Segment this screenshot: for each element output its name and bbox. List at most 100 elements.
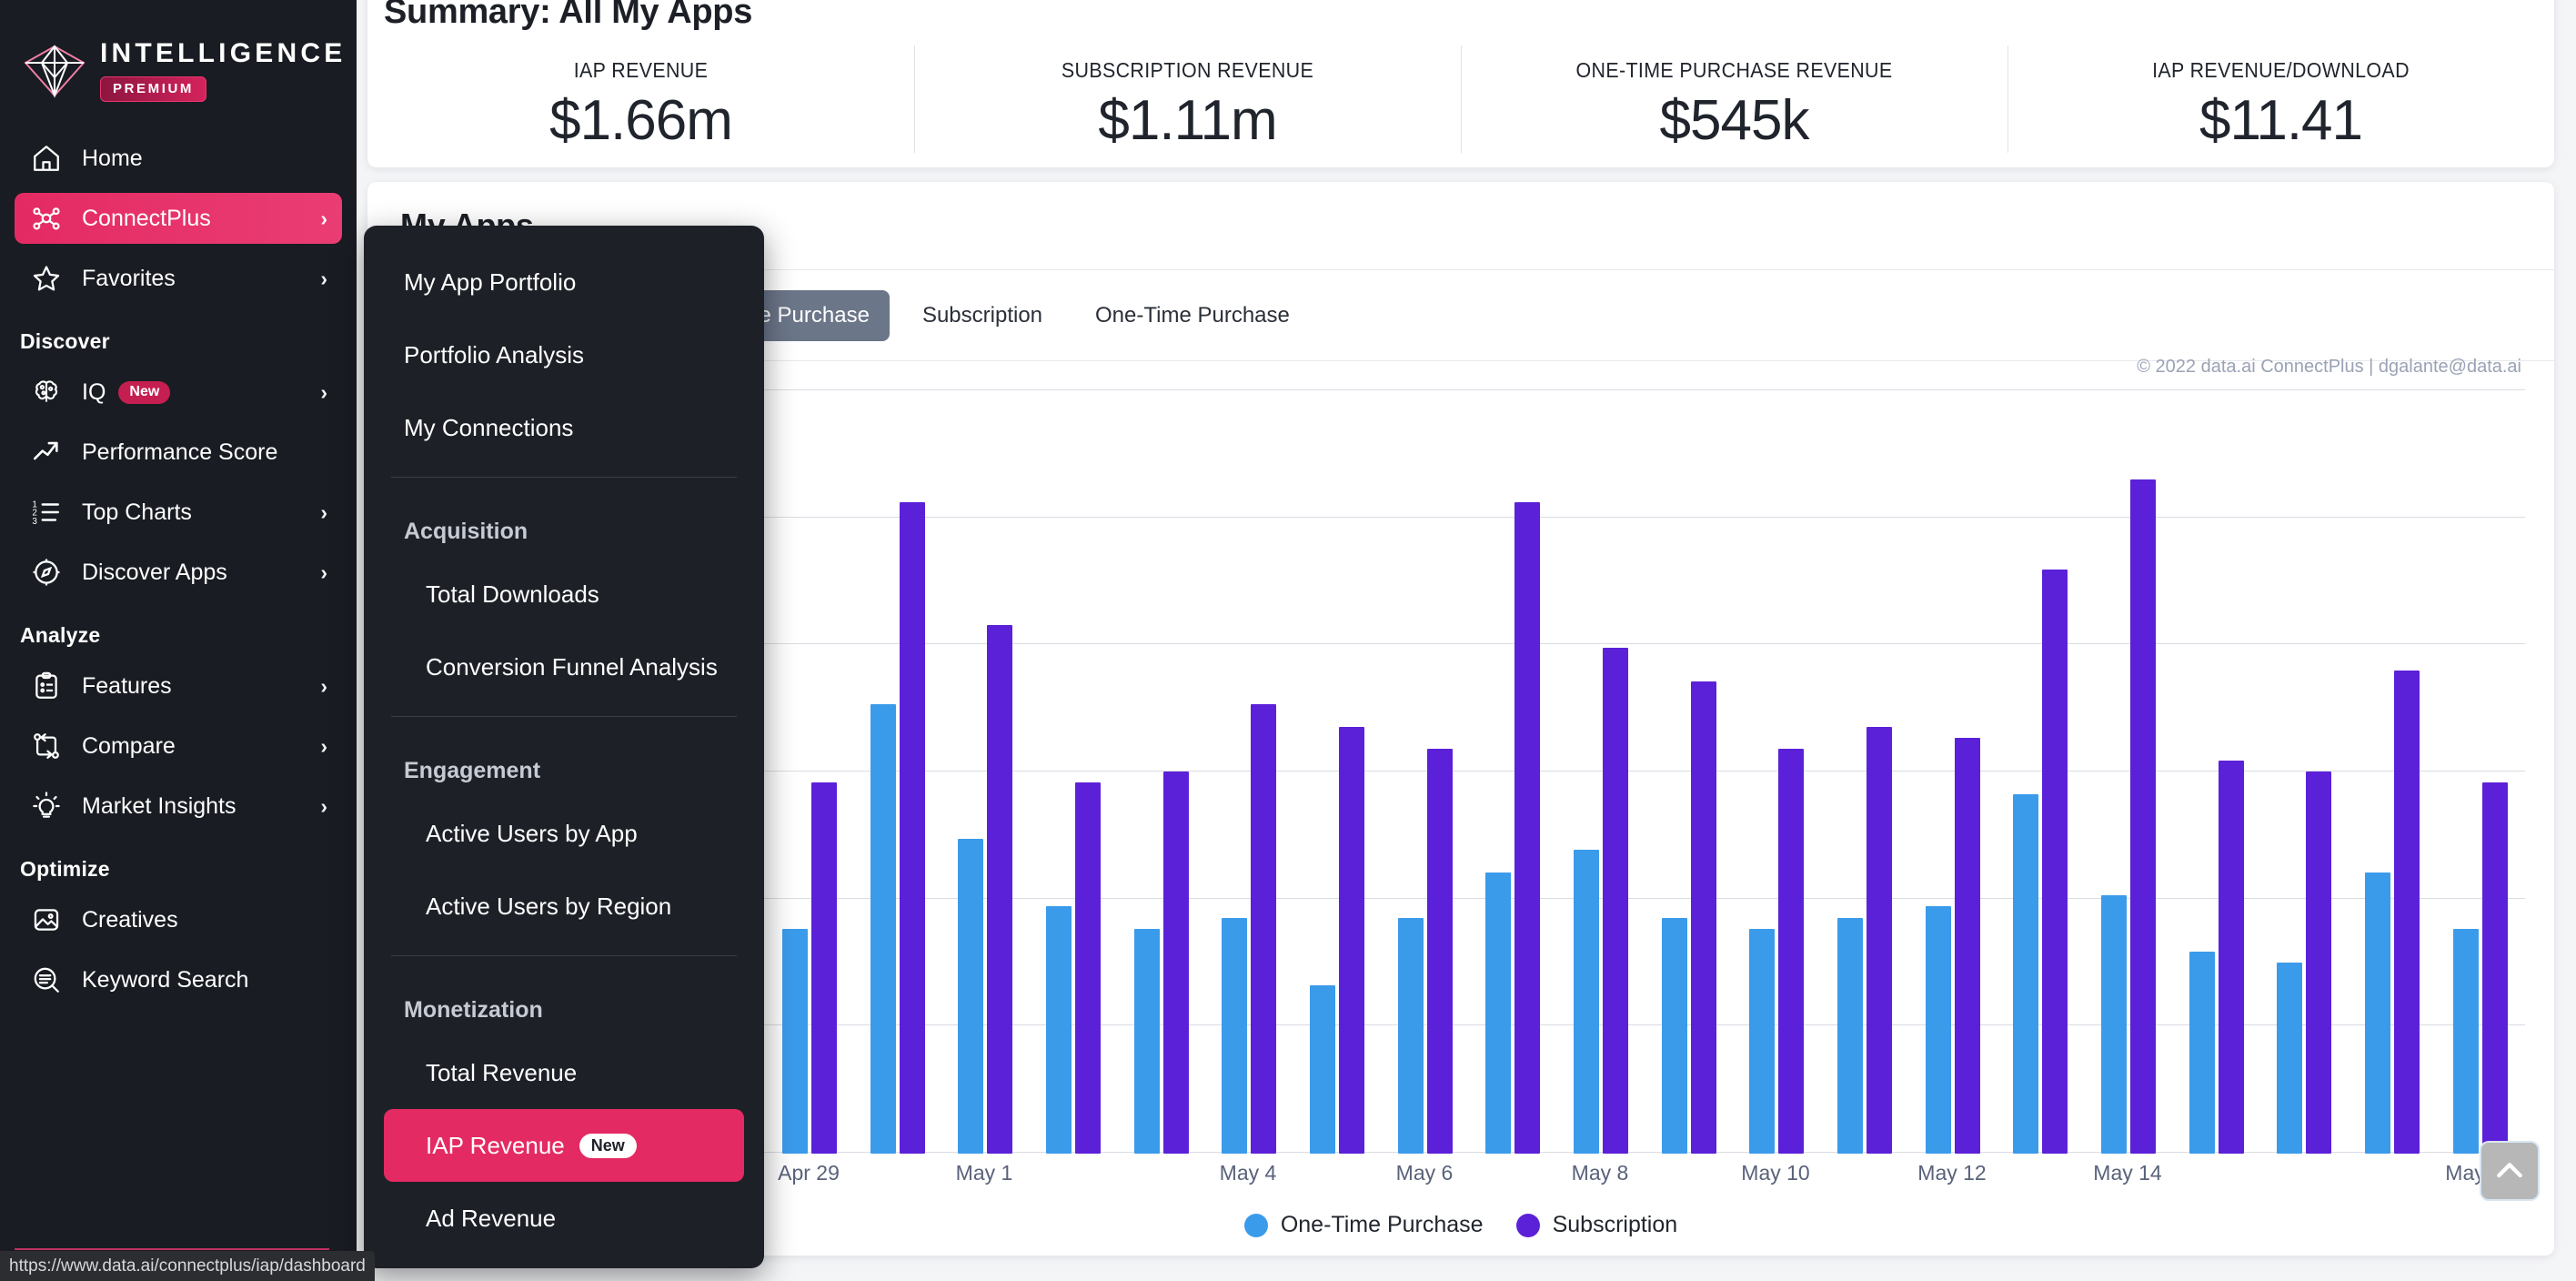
- bar-one-time-purchase[interactable]: [1574, 850, 1599, 1154]
- tab-one-time-purchase[interactable]: One-Time Purchase: [1075, 290, 1310, 341]
- home-icon: [25, 140, 67, 177]
- bar-one-time-purchase[interactable]: [1662, 918, 1687, 1154]
- bar-one-time-purchase[interactable]: [1134, 929, 1160, 1154]
- kpi-iap-revenue-per-download: IAP REVENUE/DOWNLOAD $11.41: [2007, 42, 2554, 153]
- x-axis-tick-label: May 8: [1571, 1161, 1629, 1185]
- image-icon: [25, 902, 67, 938]
- bar-subscription[interactable]: [987, 625, 1012, 1154]
- menu-item-my-connections[interactable]: My Connections: [364, 391, 764, 464]
- brand[interactable]: INTELLIGENCE PREMIUM: [0, 0, 357, 102]
- brand-text: INTELLIGENCE PREMIUM: [100, 40, 346, 102]
- menu-group-acquisition: Acquisition: [404, 519, 528, 544]
- legend-swatch-icon: [1515, 1213, 1540, 1237]
- bar-subscription[interactable]: [2042, 570, 2068, 1154]
- sidebar-item-features[interactable]: Features ›: [15, 661, 342, 711]
- legend-label: Subscription: [1552, 1212, 1678, 1237]
- chevron-right-icon: ›: [320, 266, 327, 290]
- chevron-right-icon: ›: [320, 206, 327, 230]
- chevron-right-icon: ›: [320, 673, 327, 698]
- bar-subscription[interactable]: [1075, 782, 1101, 1154]
- menu-item-iap-revenue[interactable]: IAP Revenue New: [384, 1109, 744, 1182]
- sidebar-item-favorites[interactable]: Favorites ›: [15, 253, 342, 304]
- menu-item-active-users-by-region[interactable]: Active Users by Region: [364, 870, 764, 943]
- bar-subscription[interactable]: [1514, 502, 1540, 1154]
- scroll-to-top-button[interactable]: [2481, 1143, 2538, 1199]
- bar-one-time-purchase[interactable]: [2277, 963, 2302, 1154]
- bar-subscription[interactable]: [1778, 749, 1804, 1154]
- legend-item-one-time-purchase[interactable]: One-Time Purchase: [1243, 1212, 1484, 1238]
- menu-item-active-users-by-app[interactable]: Active Users by App: [364, 797, 764, 870]
- bar-subscription[interactable]: [1691, 681, 1716, 1154]
- menu-item-portfolio-analysis[interactable]: Portfolio Analysis: [364, 318, 764, 391]
- bar-subscription[interactable]: [1427, 749, 1453, 1154]
- sidebar-item-label: Top Charts: [82, 499, 192, 525]
- kpi-label: IAP REVENUE/DOWNLOAD: [2152, 58, 2410, 82]
- bar-one-time-purchase[interactable]: [1837, 918, 1863, 1154]
- sidebar-item-top-charts[interactable]: 1 2 3 Top Charts ›: [15, 487, 342, 538]
- bar-one-time-purchase[interactable]: [958, 839, 983, 1154]
- sidebar-item-iq[interactable]: IQ New ›: [15, 367, 342, 418]
- brand-badge: PREMIUM: [100, 76, 207, 102]
- sidebar: INTELLIGENCE PREMIUM Home ConnectPlus › …: [0, 0, 357, 1281]
- menu-item-ad-revenue[interactable]: Ad Revenue: [364, 1182, 764, 1255]
- sidebar-item-discover-apps[interactable]: Discover Apps ›: [15, 547, 342, 598]
- menu-item-total-downloads[interactable]: Total Downloads: [364, 558, 764, 630]
- chevron-right-icon: ›: [320, 379, 327, 404]
- sidebar-item-label: Performance Score: [82, 439, 278, 465]
- clipboard-icon: [25, 668, 67, 704]
- sidebar-item-home[interactable]: Home: [15, 133, 342, 184]
- chevron-right-icon: ›: [320, 499, 327, 524]
- sidebar-section-discover: Discover: [20, 329, 110, 353]
- sidebar-item-label: Discover Apps: [82, 559, 227, 585]
- bar-one-time-purchase[interactable]: [2101, 895, 2127, 1154]
- bar-one-time-purchase[interactable]: [870, 704, 896, 1154]
- kpi-label: ONE-TIME PURCHASE REVENUE: [1575, 58, 1893, 82]
- sidebar-section-analyze: Analyze: [20, 623, 101, 647]
- bar-one-time-purchase[interactable]: [1749, 929, 1775, 1154]
- star-icon: [25, 260, 67, 297]
- sidebar-item-label: IQ: [82, 378, 106, 405]
- bar-subscription[interactable]: [1339, 727, 1364, 1154]
- bar-one-time-purchase[interactable]: [2453, 929, 2479, 1154]
- bar-one-time-purchase[interactable]: [2189, 952, 2215, 1154]
- bar-subscription[interactable]: [2482, 782, 2508, 1154]
- bar-subscription[interactable]: [2394, 671, 2420, 1154]
- bar-one-time-purchase[interactable]: [1310, 985, 1335, 1154]
- kpi-subscription-revenue: SUBSCRIPTION REVENUE $1.11m: [914, 42, 1461, 153]
- bar-subscription[interactable]: [2306, 772, 2331, 1154]
- bar-subscription[interactable]: [1867, 727, 1892, 1154]
- sidebar-item-performance-score[interactable]: Performance Score: [15, 427, 342, 478]
- sidebar-item-market-insights[interactable]: Market Insights ›: [15, 781, 342, 832]
- bar-subscription[interactable]: [2130, 479, 2156, 1154]
- x-axis-tick-label: May 14: [2093, 1161, 2162, 1185]
- bar-one-time-purchase[interactable]: [1222, 918, 1247, 1154]
- bar-one-time-purchase[interactable]: [1046, 906, 1072, 1154]
- tab-subscription[interactable]: Subscription: [902, 290, 1062, 341]
- kpi-row: IAP REVENUE $1.66m SUBSCRIPTION REVENUE …: [367, 42, 2554, 153]
- bar-subscription[interactable]: [811, 782, 837, 1154]
- svg-text:3: 3: [32, 517, 37, 527]
- menu-item-total-revenue[interactable]: Total Revenue: [364, 1036, 764, 1109]
- sidebar-item-connectplus[interactable]: ConnectPlus ›: [15, 193, 342, 244]
- menu-item-conversion-funnel-analysis[interactable]: Conversion Funnel Analysis: [364, 630, 764, 703]
- menu-item-my-app-portfolio[interactable]: My App Portfolio: [364, 246, 764, 318]
- bar-one-time-purchase[interactable]: [2013, 794, 2038, 1154]
- sidebar-item-label: Creatives: [82, 906, 178, 933]
- bar-subscription[interactable]: [1163, 772, 1189, 1154]
- sidebar-item-compare[interactable]: Compare ›: [15, 721, 342, 772]
- bar-one-time-purchase[interactable]: [1398, 918, 1424, 1154]
- sidebar-item-creatives[interactable]: Creatives: [15, 894, 342, 945]
- bar-one-time-purchase[interactable]: [1926, 906, 1951, 1154]
- legend-item-subscription[interactable]: Subscription: [1515, 1212, 1678, 1238]
- legend-label: One-Time Purchase: [1280, 1212, 1484, 1237]
- bar-one-time-purchase[interactable]: [1485, 872, 1511, 1154]
- sidebar-section-optimize: Optimize: [20, 857, 110, 881]
- bar-one-time-purchase[interactable]: [782, 929, 808, 1154]
- bar-subscription[interactable]: [1251, 704, 1276, 1154]
- bar-subscription[interactable]: [2219, 761, 2244, 1154]
- bar-subscription[interactable]: [1955, 738, 1980, 1154]
- bar-subscription[interactable]: [900, 502, 925, 1154]
- bar-one-time-purchase[interactable]: [2365, 872, 2390, 1154]
- sidebar-item-keyword-search[interactable]: Keyword Search: [15, 954, 342, 1005]
- bar-subscription[interactable]: [1603, 648, 1628, 1154]
